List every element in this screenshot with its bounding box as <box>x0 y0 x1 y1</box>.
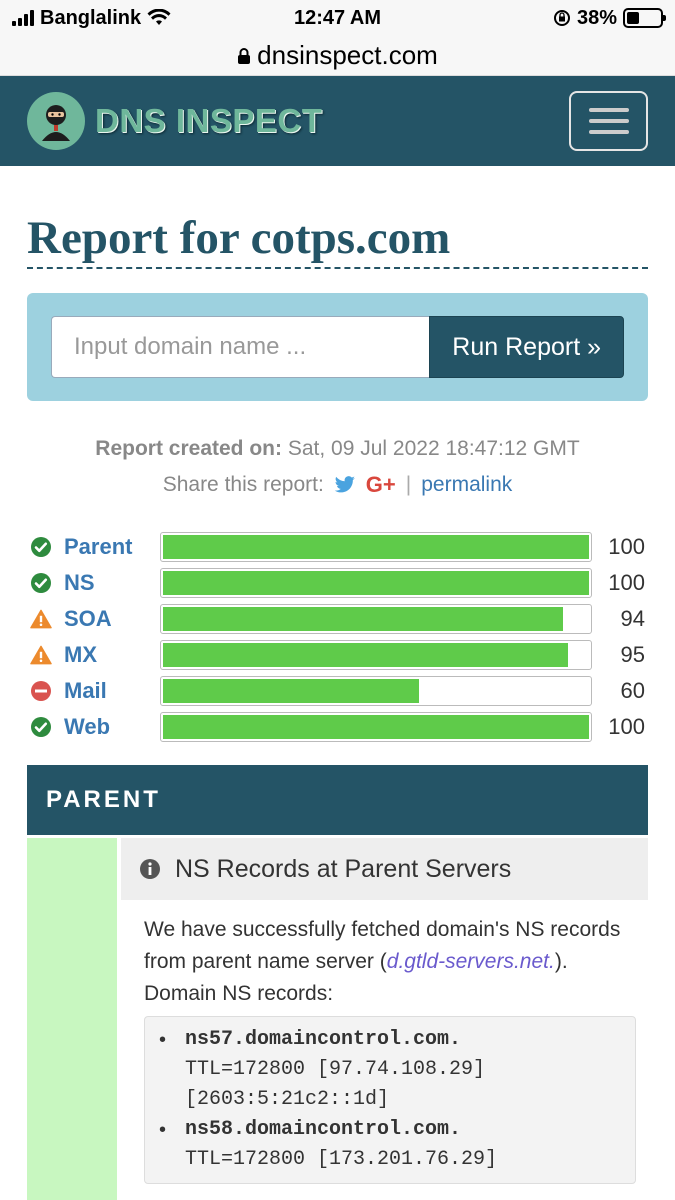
ns-ttl-ipv4: TTL=172800 [173.201.76.29] <box>185 1148 498 1172</box>
permalink-link[interactable]: permalink <box>421 467 512 503</box>
score-row-mail: Mail 60 <box>30 673 648 709</box>
section-header-parent[interactable]: PARENT <box>27 765 648 836</box>
address-bar[interactable]: dnsinspect.com <box>0 36 675 76</box>
lock-icon <box>238 47 251 64</box>
section-body-parent: NS Records at Parent Servers We have suc… <box>27 838 648 1200</box>
check-circle-icon <box>30 536 52 558</box>
score-label[interactable]: Parent <box>64 534 160 560</box>
parent-server: d.gtld-servers.net. <box>386 950 555 974</box>
ns-records-box: ns57.domaincontrol.com. TTL=172800 [97.74… <box>144 1016 636 1185</box>
run-report-button[interactable]: Run Report » <box>429 316 624 379</box>
wifi-icon <box>147 9 171 25</box>
ns-records-list: ns57.domaincontrol.com. TTL=172800 [97.74… <box>155 1025 625 1175</box>
score-value: 94 <box>620 606 645 632</box>
check-title: NS Records at Parent Servers <box>175 854 512 883</box>
menu-line <box>588 130 629 134</box>
score-row-ns: NS 100 <box>30 565 648 601</box>
warning-triangle-icon <box>30 608 52 630</box>
score-label[interactable]: Mail <box>64 678 160 704</box>
orientation-lock-icon <box>553 10 570 26</box>
ns-record: ns57.domaincontrol.com. TTL=172800 [97.74… <box>155 1025 625 1115</box>
status-strip-ok <box>27 838 117 1200</box>
score-label[interactable]: MX <box>64 642 160 668</box>
ninja-icon <box>42 105 70 141</box>
menu-toggle-button[interactable] <box>569 91 648 151</box>
brand-name[interactable]: DNS INSPECT <box>95 102 322 140</box>
ns-ttl-ipv4: TTL=172800 [97.74.108.29] <box>185 1058 486 1082</box>
score-bar-fill <box>163 571 589 596</box>
ns-host: ns57.domaincontrol.com. <box>185 1028 462 1052</box>
report-created-value: Sat, 09 Jul 2022 18:47:12 GMT <box>287 437 580 461</box>
battery-level <box>627 12 640 24</box>
score-bar <box>160 712 592 743</box>
check-circle-icon <box>30 716 52 738</box>
score-bar-fill <box>163 679 419 704</box>
score-bar <box>160 604 592 635</box>
description-end: ). <box>554 950 568 974</box>
share-row: Share this report: G+ | permalink <box>0 467 675 503</box>
battery-icon <box>623 8 666 28</box>
score-row-web: Web 100 <box>30 709 648 745</box>
score-label[interactable]: Web <box>64 714 160 740</box>
score-value: 100 <box>608 714 645 740</box>
logo[interactable] <box>27 92 85 150</box>
signal-icon <box>12 10 34 26</box>
records-label: Domain NS records: <box>144 982 334 1006</box>
site-navbar: DNS INSPECT <box>0 76 675 166</box>
warning-triangle-icon <box>30 644 52 666</box>
score-value: 100 <box>608 534 645 560</box>
check-circle-icon <box>30 572 52 594</box>
page-title: Report for cotps.com <box>27 211 648 270</box>
score-bar-fill <box>163 535 589 560</box>
report-created: Report created on: Sat, 09 Jul 2022 18:4… <box>0 431 675 467</box>
score-bar <box>160 640 592 671</box>
menu-line <box>588 108 629 112</box>
search-panel: Run Report » <box>27 293 648 402</box>
status-bar: Banglalink 12:47 AM 38% <box>0 0 675 36</box>
score-bar <box>160 568 592 599</box>
ns-record: ns58.domaincontrol.com. TTL=172800 [173.2… <box>155 1115 625 1175</box>
score-value: 60 <box>620 678 645 704</box>
score-bar-fill <box>163 607 564 632</box>
ns-host: ns58.domaincontrol.com. <box>185 1118 462 1142</box>
score-row-soa: SOA 94 <box>30 601 648 637</box>
carrier-name: Banglalink <box>40 6 142 29</box>
google-plus-icon[interactable]: G+ <box>366 467 396 503</box>
check-detail: NS Records at Parent Servers We have suc… <box>121 838 648 1200</box>
score-row-parent: Parent 100 <box>30 529 648 565</box>
score-bar-fill <box>163 643 568 668</box>
check-description: We have successfully fetched domain's NS… <box>121 900 648 1010</box>
score-value: 100 <box>608 570 645 596</box>
score-bar <box>160 532 592 563</box>
score-bar <box>160 676 592 707</box>
score-label[interactable]: NS <box>64 570 160 596</box>
score-value: 95 <box>620 642 645 668</box>
score-row-mx: MX 95 <box>30 637 648 673</box>
score-label[interactable]: SOA <box>64 606 160 632</box>
twitter-icon[interactable] <box>334 476 356 494</box>
ns-ipv6: [2603:5:21c2::1d] <box>185 1088 390 1112</box>
minus-circle-icon <box>30 680 52 702</box>
score-list: Parent 100 NS 100 SOA 94 MX 95 Mail 60 W… <box>0 529 675 745</box>
url-text: dnsinspect.com <box>257 40 438 70</box>
report-meta: Report created on: Sat, 09 Jul 2022 18:4… <box>0 431 675 503</box>
share-label: Share this report: <box>162 473 324 497</box>
info-icon <box>140 859 160 880</box>
check-header: NS Records at Parent Servers <box>121 838 648 901</box>
separator: | <box>405 473 412 497</box>
score-bar-fill <box>163 715 589 740</box>
report-created-label: Report created on: <box>95 437 282 461</box>
battery-percent: 38% <box>576 6 617 29</box>
carrier-info: Banglalink <box>12 7 171 30</box>
battery-info: 38% <box>553 6 666 30</box>
menu-line <box>588 119 629 123</box>
domain-input[interactable] <box>51 316 430 379</box>
